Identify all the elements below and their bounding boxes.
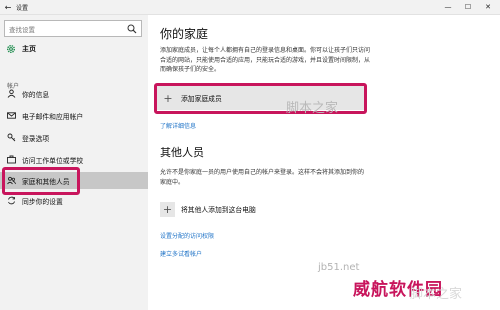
home-label: 主页 bbox=[22, 45, 36, 53]
watermark-url: jb51.net bbox=[318, 262, 360, 273]
learn-more-link[interactable]: 了解详细信息 bbox=[160, 121, 196, 130]
selection-highlight-box bbox=[2, 167, 80, 195]
kiosk-account-link[interactable]: 建立多试看帐户 bbox=[160, 249, 202, 258]
gear-icon bbox=[7, 45, 15, 53]
sidebar: 查找设置 主页 帐户 你的信息 电子邮件和应用帐户 登录选项 访问工作单位或学校… bbox=[0, 15, 148, 310]
watermark-top: 脚本之家 bbox=[286, 101, 339, 116]
sidebar-item-email-accounts[interactable]: 电子邮件和应用帐户 bbox=[0, 107, 148, 124]
search-icon bbox=[127, 24, 137, 34]
add-other-person-label: 将其他人添加到这台电脑 bbox=[181, 206, 256, 214]
assigned-access-link[interactable]: 设置分配的访问权限 bbox=[160, 231, 214, 240]
window-title: 设置 bbox=[16, 4, 29, 12]
key-icon bbox=[7, 133, 16, 142]
home-link[interactable]: 主页 bbox=[6, 42, 36, 56]
briefcase-icon bbox=[7, 155, 16, 164]
maximize-button[interactable]: ☐ bbox=[458, 0, 478, 14]
minimize-button[interactable]: — bbox=[438, 0, 458, 14]
plus-icon: + bbox=[160, 201, 175, 217]
other-people-heading: 其他人员 bbox=[160, 146, 204, 159]
add-other-person-button[interactable]: + 将其他人添加到这台电脑 bbox=[160, 200, 256, 218]
watermark-bottom: 脚本之家 bbox=[410, 287, 463, 302]
person-icon bbox=[7, 89, 16, 98]
search-placeholder: 查找设置 bbox=[9, 25, 35, 34]
sidebar-item-label: 访问工作单位或学校 bbox=[22, 156, 84, 165]
search-input[interactable]: 查找设置 bbox=[4, 20, 142, 37]
back-arrow-icon[interactable]: ← bbox=[0, 3, 16, 12]
other-people-description: 允许不是你家庭一员的用户使用自己的帐户来登录。这样不会将其添加到你的家庭中。 bbox=[160, 169, 365, 186]
family-heading: 你的家庭 bbox=[160, 27, 209, 41]
sidebar-item-label: 你的信息 bbox=[22, 90, 50, 99]
window-controls: — ☐ ✕ bbox=[438, 0, 498, 14]
email-icon bbox=[7, 111, 16, 120]
sidebar-item-work-school[interactable]: 访问工作单位或学校 bbox=[0, 151, 148, 168]
sidebar-item-sign-in-options[interactable]: 登录选项 bbox=[0, 129, 148, 146]
sidebar-item-label: 同步你的设置 bbox=[22, 197, 63, 206]
title-bar: ← 设置 — ☐ ✕ bbox=[0, 0, 500, 15]
family-description: 添加家庭成员，让每个人都拥有自己的登录信息和桌面。你可以让孩子们只访问合适的网站… bbox=[160, 47, 371, 73]
sync-icon bbox=[7, 196, 16, 205]
sidebar-item-label: 电子邮件和应用帐户 bbox=[22, 112, 84, 121]
close-button[interactable]: ✕ bbox=[478, 0, 498, 14]
sidebar-item-label: 登录选项 bbox=[22, 134, 50, 143]
sidebar-item-your-info[interactable]: 你的信息 bbox=[0, 85, 148, 102]
